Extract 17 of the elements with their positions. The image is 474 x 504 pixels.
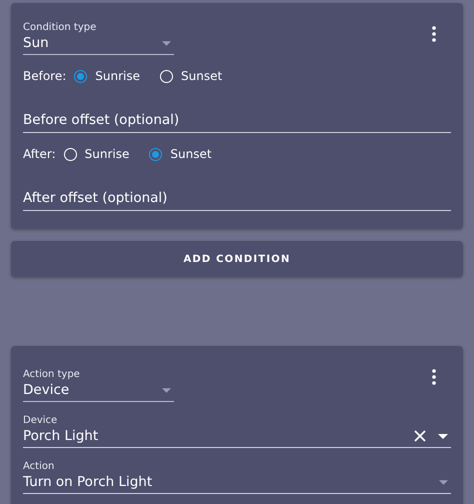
radio-option[interactable]: Sunset — [149, 147, 212, 161]
radio-group-label: Before: — [23, 69, 66, 83]
radio-option[interactable]: Sunrise — [64, 147, 130, 161]
select-field[interactable]: Action type Device — [23, 368, 174, 402]
radio-option[interactable]: Sunset — [160, 69, 222, 83]
dropdown-caret-icon[interactable] — [438, 434, 448, 438]
add-condition-button[interactable]: ADD CONDITION — [11, 241, 463, 277]
select-field[interactable]: Action Turn on Porch Light — [23, 460, 451, 494]
clear-icon[interactable] — [414, 430, 426, 442]
more-options-icon[interactable] — [431, 369, 437, 385]
select-field[interactable]: Device Porch Light — [23, 414, 451, 448]
input-field[interactable]: Before offset (optional) — [23, 111, 451, 133]
radio-option[interactable]: Sunrise — [74, 69, 140, 83]
input-field[interactable]: After offset (optional) — [23, 189, 451, 211]
more-options-icon[interactable] — [431, 26, 437, 42]
select-field[interactable]: Condition type Sun — [23, 21, 174, 55]
radio-group-label: After: — [23, 147, 56, 161]
